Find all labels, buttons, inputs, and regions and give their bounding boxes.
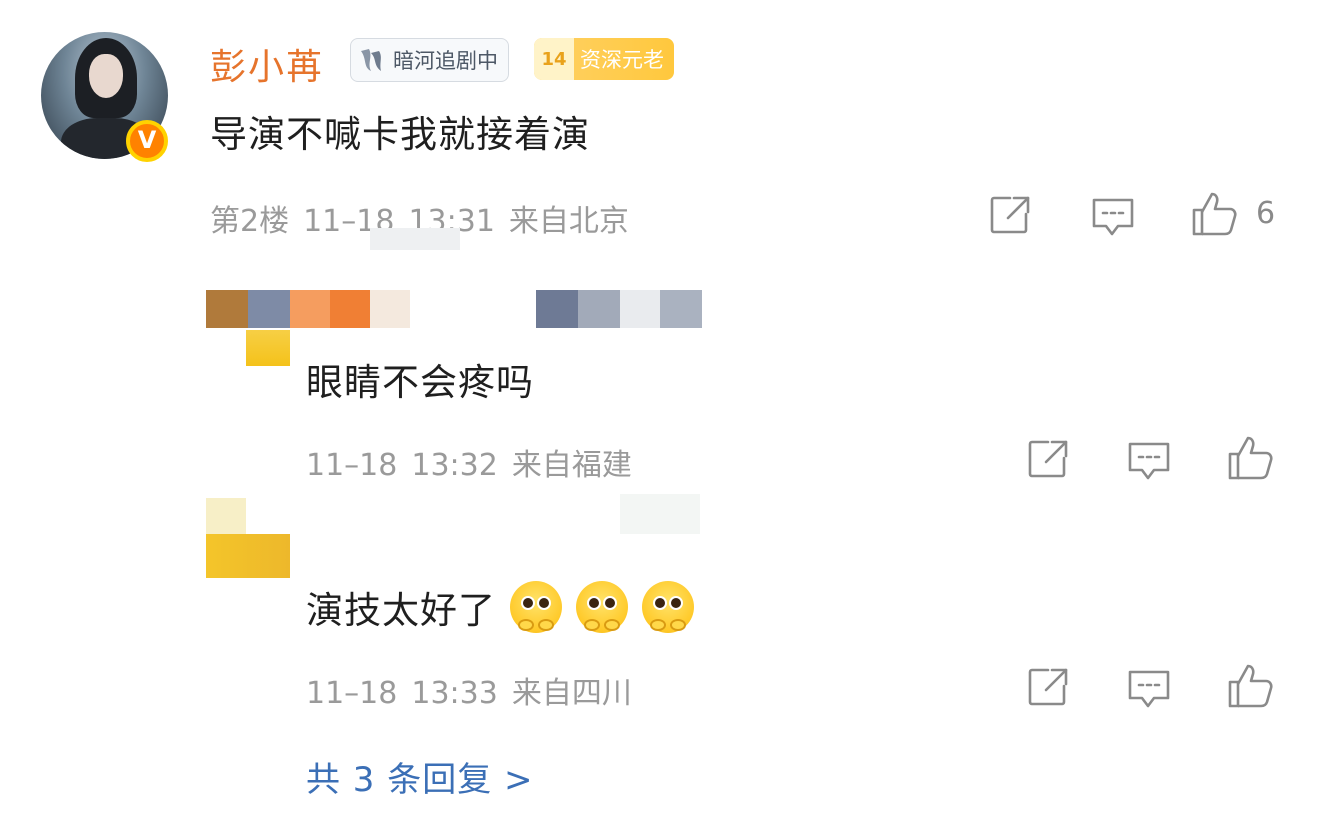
- blurred-username: [206, 498, 246, 534]
- comment-icon: [1092, 198, 1134, 236]
- reply-location: 来自福建: [511, 448, 632, 483]
- pleading-face-emoji-icon: [642, 581, 694, 633]
- comment-icon: [1128, 670, 1170, 708]
- like-button[interactable]: [1190, 190, 1238, 238]
- comment-icon: [1128, 442, 1170, 480]
- reply-time: 13:32: [411, 448, 498, 483]
- share-button[interactable]: [988, 194, 1032, 236]
- share-button[interactable]: [1026, 438, 1070, 480]
- comment-button[interactable]: [1090, 194, 1136, 238]
- view-all-replies-link[interactable]: 共 3 条回复 >: [306, 752, 534, 801]
- veteran-tag-badge[interactable]: 14 资深元老: [534, 38, 674, 80]
- blurred-username-tags: [536, 290, 702, 328]
- veteran-level: 14: [534, 38, 574, 80]
- like-count: 6: [1256, 196, 1276, 231]
- username[interactable]: 彭小苒: [210, 38, 324, 90]
- like-button[interactable]: [1226, 662, 1274, 710]
- reply-meta: 11–18 13:32 来自福建: [306, 440, 646, 484]
- river-logo-icon: [361, 49, 381, 71]
- thumbs-up-icon: [1192, 192, 1237, 236]
- reply-location: 来自四川: [511, 676, 632, 711]
- reply-date: 11–18: [306, 448, 398, 483]
- thumbs-up-icon: [1228, 664, 1273, 708]
- thumbs-up-icon: [1228, 436, 1273, 480]
- pleading-face-emoji-icon: [576, 581, 628, 633]
- comment-text: 导演不喊卡我就接着演: [210, 113, 590, 156]
- blurred-username: [206, 290, 410, 328]
- share-icon: [990, 196, 1030, 234]
- reply-text-content: 眼睛不会疼吗: [306, 361, 534, 404]
- blurred-username-tags: [620, 494, 700, 534]
- pleading-face-emoji-icon: [510, 581, 562, 633]
- reply-date: 11–18: [306, 676, 398, 711]
- drama-tag-badge[interactable]: 暗河追剧中: [350, 38, 509, 82]
- veteran-tag-label: 资深元老: [580, 48, 664, 72]
- blurred-avatar: [246, 330, 290, 366]
- share-icon: [1028, 668, 1068, 706]
- share-button[interactable]: [1026, 666, 1070, 708]
- reply-text: 眼睛不会疼吗: [306, 352, 534, 406]
- verified-badge-icon: V: [126, 120, 168, 162]
- comment-location: 来自北京: [508, 204, 629, 239]
- avatar-face: [89, 54, 123, 98]
- reply-text-content: 演技太好了: [306, 589, 496, 632]
- share-icon: [1028, 440, 1068, 478]
- comment-button[interactable]: [1126, 666, 1172, 710]
- blurred-region: [370, 228, 460, 250]
- reply-text: 演技太好了: [306, 580, 694, 634]
- blurred-avatar: [206, 534, 290, 578]
- drama-tag-label: 暗河追剧中: [393, 49, 498, 73]
- reply-meta: 11–18 13:33 来自四川: [306, 668, 646, 712]
- reply-time: 13:33: [411, 676, 498, 711]
- comment-button[interactable]: [1126, 438, 1172, 482]
- floor-number: 第2楼: [210, 204, 290, 239]
- like-button[interactable]: [1226, 434, 1274, 482]
